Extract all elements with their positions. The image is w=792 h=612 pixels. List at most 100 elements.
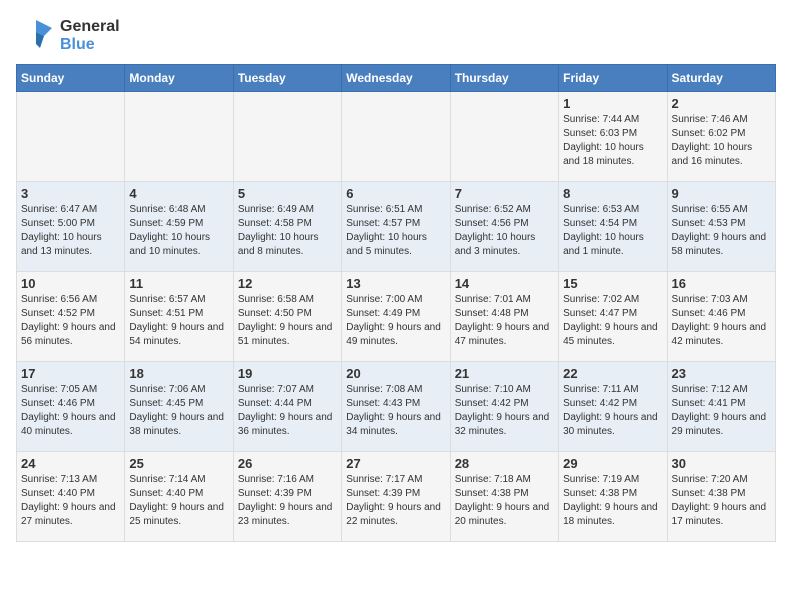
day-number: 30 [672, 456, 771, 471]
calendar-row: 1Sunrise: 7:44 AM Sunset: 6:03 PM Daylig… [17, 92, 776, 182]
day-number: 5 [238, 186, 337, 201]
weekday-header: Thursday [450, 65, 558, 92]
day-number: 13 [346, 276, 445, 291]
day-number: 4 [129, 186, 228, 201]
day-info: Sunrise: 7:12 AM Sunset: 4:41 PM Dayligh… [672, 383, 771, 439]
day-info: Sunrise: 6:53 AM Sunset: 4:54 PM Dayligh… [563, 203, 662, 259]
calendar-cell [125, 92, 233, 182]
day-number: 16 [672, 276, 771, 291]
day-number: 15 [563, 276, 662, 291]
day-number: 27 [346, 456, 445, 471]
day-info: Sunrise: 6:57 AM Sunset: 4:51 PM Dayligh… [129, 293, 228, 349]
calendar-cell: 13 Sunrise: 7:00 AM Sunset: 4:49 PM Dayli… [342, 272, 450, 362]
calendar-cell: 4 Sunrise: 6:48 AM Sunset: 4:59 PM Daylig… [125, 182, 233, 272]
day-number: 1 [563, 96, 662, 111]
weekday-header: Saturday [667, 65, 775, 92]
calendar-cell: 17 Sunrise: 7:05 AM Sunset: 4:46 PM Dayli… [17, 362, 125, 452]
calendar-cell: 2 Sunrise: 7:46 AM Sunset: 6:02 PM Daylig… [667, 92, 775, 182]
day-info: Sunrise: 6:47 AM Sunset: 5:00 PM Dayligh… [21, 203, 120, 259]
day-number: 28 [455, 456, 554, 471]
weekday-header: Friday [559, 65, 667, 92]
day-info: Sunrise: 7:20 AM Sunset: 4:38 PM Dayligh… [672, 473, 771, 529]
day-info: Sunrise: 7:13 AM Sunset: 4:40 PM Dayligh… [21, 473, 120, 529]
calendar-cell [450, 92, 558, 182]
day-info: Sunrise: 7:00 AM Sunset: 4:49 PM Dayligh… [346, 293, 445, 349]
day-info: Sunrise: 7:11 AM Sunset: 4:42 PM Dayligh… [563, 383, 662, 439]
calendar-cell [17, 92, 125, 182]
calendar-cell: 6 Sunrise: 6:51 AM Sunset: 4:57 PM Daylig… [342, 182, 450, 272]
logo-icon [16, 16, 56, 56]
day-number: 21 [455, 366, 554, 381]
day-number: 12 [238, 276, 337, 291]
day-info: Sunrise: 6:51 AM Sunset: 4:57 PM Dayligh… [346, 203, 445, 259]
day-info: Sunrise: 7:19 AM Sunset: 4:38 PM Dayligh… [563, 473, 662, 529]
weekday-header: Monday [125, 65, 233, 92]
day-info: Sunrise: 6:49 AM Sunset: 4:58 PM Dayligh… [238, 203, 337, 259]
day-number: 25 [129, 456, 228, 471]
calendar-row: 3 Sunrise: 6:47 AM Sunset: 5:00 PM Daylig… [17, 182, 776, 272]
calendar-cell: 29 Sunrise: 7:19 AM Sunset: 4:38 PM Dayli… [559, 452, 667, 542]
calendar-cell: 14 Sunrise: 7:01 AM Sunset: 4:48 PM Dayli… [450, 272, 558, 362]
calendar-cell: 9Sunrise: 6:55 AM Sunset: 4:53 PM Daylig… [667, 182, 775, 272]
day-info: Sunrise: 7:17 AM Sunset: 4:39 PM Dayligh… [346, 473, 445, 529]
day-number: 17 [21, 366, 120, 381]
calendar-cell: 7 Sunrise: 6:52 AM Sunset: 4:56 PM Daylig… [450, 182, 558, 272]
calendar-cell: 24 Sunrise: 7:13 AM Sunset: 4:40 PM Dayli… [17, 452, 125, 542]
day-info: Sunrise: 7:03 AM Sunset: 4:46 PM Dayligh… [672, 293, 771, 349]
calendar-cell: 1Sunrise: 7:44 AM Sunset: 6:03 PM Daylig… [559, 92, 667, 182]
calendar-cell: 30 Sunrise: 7:20 AM Sunset: 4:38 PM Dayli… [667, 452, 775, 542]
calendar-row: 24 Sunrise: 7:13 AM Sunset: 4:40 PM Dayli… [17, 452, 776, 542]
day-number: 26 [238, 456, 337, 471]
calendar-cell: 25 Sunrise: 7:14 AM Sunset: 4:40 PM Dayli… [125, 452, 233, 542]
calendar-cell [233, 92, 341, 182]
calendar-row: 10 Sunrise: 6:56 AM Sunset: 4:52 PM Dayli… [17, 272, 776, 362]
day-number: 10 [21, 276, 120, 291]
calendar-cell: 11Sunrise: 6:57 AM Sunset: 4:51 PM Dayli… [125, 272, 233, 362]
calendar-table: SundayMondayTuesdayWednesdayThursdayFrid… [16, 64, 776, 542]
day-number: 2 [672, 96, 771, 111]
calendar-cell: 18Sunrise: 7:06 AM Sunset: 4:45 PM Dayli… [125, 362, 233, 452]
day-number: 23 [672, 366, 771, 381]
day-number: 18 [129, 366, 228, 381]
logo-general-text: General [60, 18, 120, 35]
calendar-cell: 5 Sunrise: 6:49 AM Sunset: 4:58 PM Daylig… [233, 182, 341, 272]
weekday-header: Sunday [17, 65, 125, 92]
day-info: Sunrise: 7:01 AM Sunset: 4:48 PM Dayligh… [455, 293, 554, 349]
day-info: Sunrise: 7:16 AM Sunset: 4:39 PM Dayligh… [238, 473, 337, 529]
calendar-cell: 26 Sunrise: 7:16 AM Sunset: 4:39 PM Dayli… [233, 452, 341, 542]
logo-blue-text: Blue [60, 36, 95, 53]
day-info: Sunrise: 7:14 AM Sunset: 4:40 PM Dayligh… [129, 473, 228, 529]
day-info: Sunrise: 7:05 AM Sunset: 4:46 PM Dayligh… [21, 383, 120, 439]
day-number: 24 [21, 456, 120, 471]
calendar-cell: 10 Sunrise: 6:56 AM Sunset: 4:52 PM Dayli… [17, 272, 125, 362]
calendar-cell: 22 Sunrise: 7:11 AM Sunset: 4:42 PM Dayli… [559, 362, 667, 452]
calendar-cell: 21Sunrise: 7:10 AM Sunset: 4:42 PM Dayli… [450, 362, 558, 452]
calendar-cell: 16 Sunrise: 7:03 AM Sunset: 4:46 PM Dayli… [667, 272, 775, 362]
day-info: Sunrise: 7:07 AM Sunset: 4:44 PM Dayligh… [238, 383, 337, 439]
day-number: 22 [563, 366, 662, 381]
day-info: Sunrise: 7:08 AM Sunset: 4:43 PM Dayligh… [346, 383, 445, 439]
day-number: 19 [238, 366, 337, 381]
weekday-header: Tuesday [233, 65, 341, 92]
calendar-cell: 3 Sunrise: 6:47 AM Sunset: 5:00 PM Daylig… [17, 182, 125, 272]
day-info: Sunrise: 6:55 AM Sunset: 4:53 PM Dayligh… [672, 203, 771, 259]
day-number: 3 [21, 186, 120, 201]
day-info: Sunrise: 7:18 AM Sunset: 4:38 PM Dayligh… [455, 473, 554, 529]
header-row: SundayMondayTuesdayWednesdayThursdayFrid… [17, 65, 776, 92]
calendar-cell: 15 Sunrise: 7:02 AM Sunset: 4:47 PM Dayli… [559, 272, 667, 362]
day-info: Sunrise: 7:02 AM Sunset: 4:47 PM Dayligh… [563, 293, 662, 349]
day-number: 20 [346, 366, 445, 381]
calendar-cell: 12Sunrise: 6:58 AM Sunset: 4:50 PM Dayli… [233, 272, 341, 362]
day-number: 29 [563, 456, 662, 471]
day-info: Sunrise: 6:52 AM Sunset: 4:56 PM Dayligh… [455, 203, 554, 259]
day-number: 6 [346, 186, 445, 201]
weekday-header: Wednesday [342, 65, 450, 92]
day-info: Sunrise: 6:48 AM Sunset: 4:59 PM Dayligh… [129, 203, 228, 259]
calendar-cell: 27 Sunrise: 7:17 AM Sunset: 4:39 PM Dayli… [342, 452, 450, 542]
day-number: 7 [455, 186, 554, 201]
calendar-cell: 8Sunrise: 6:53 AM Sunset: 4:54 PM Daylig… [559, 182, 667, 272]
day-info: Sunrise: 7:46 AM Sunset: 6:02 PM Dayligh… [672, 113, 771, 169]
day-info: Sunrise: 6:56 AM Sunset: 4:52 PM Dayligh… [21, 293, 120, 349]
logo: GeneralBlue [16, 16, 120, 56]
day-number: 14 [455, 276, 554, 291]
